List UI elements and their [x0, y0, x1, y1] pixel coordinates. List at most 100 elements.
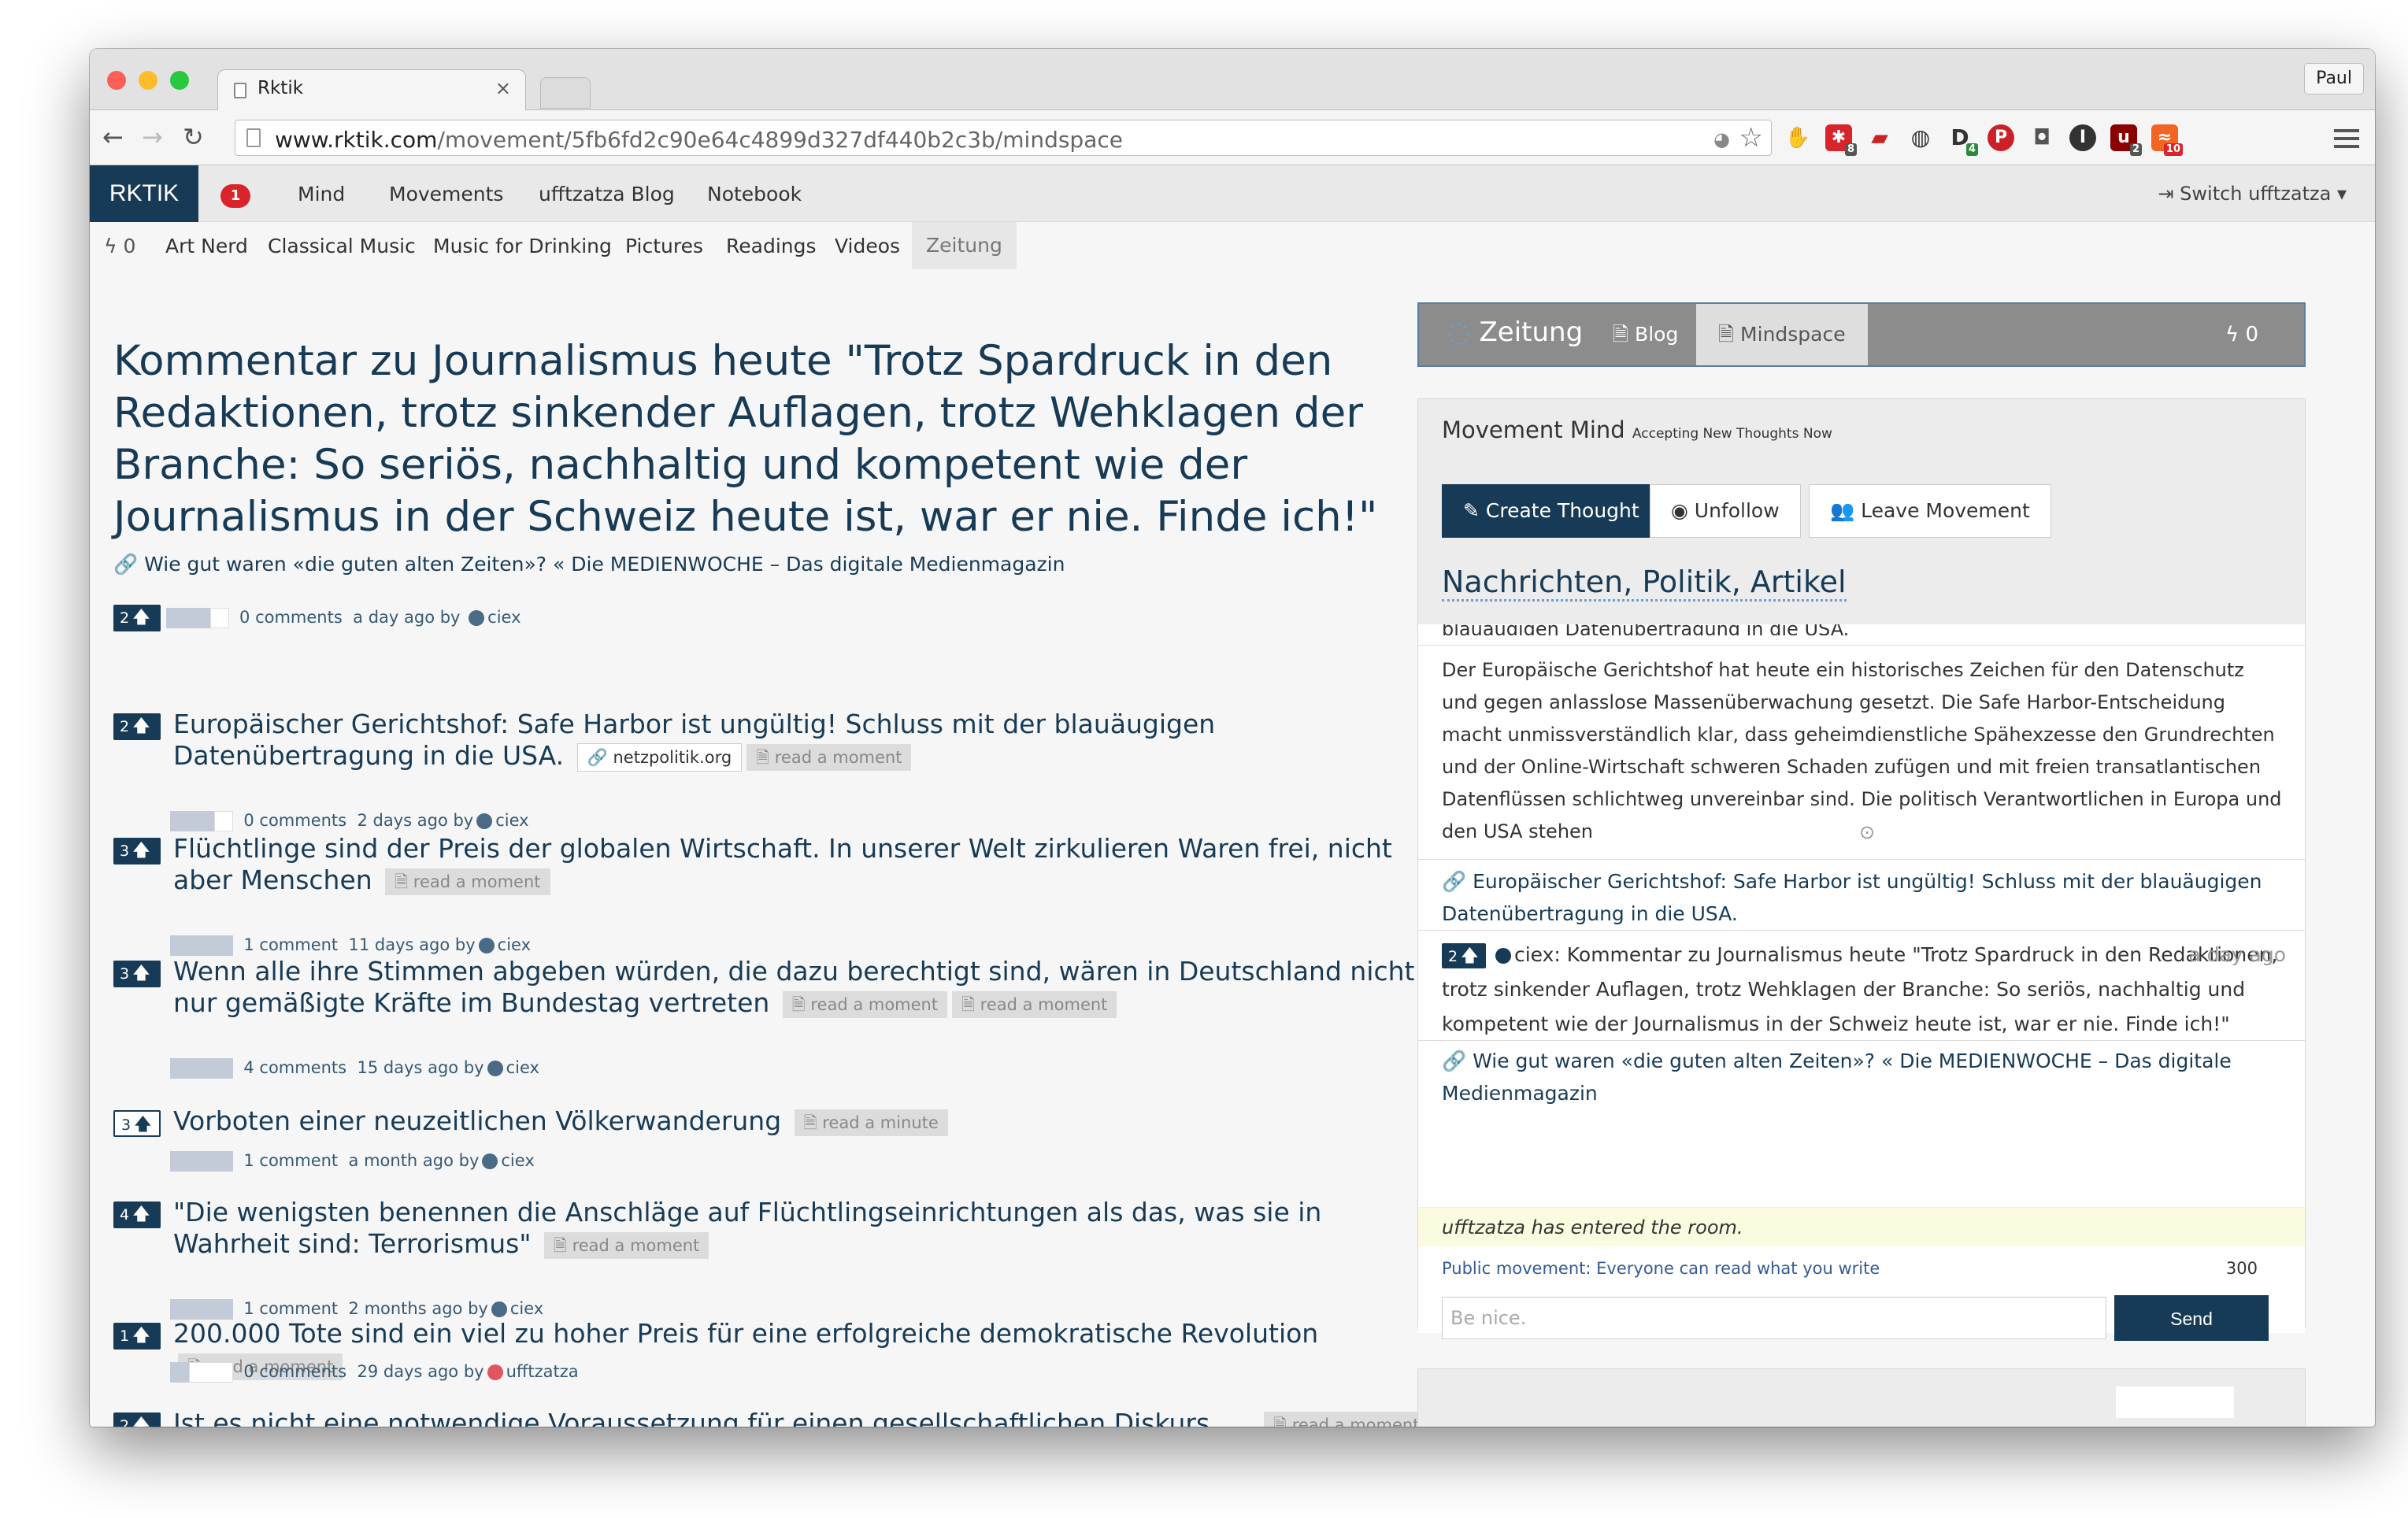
comments-link[interactable]: 4 comments: [243, 1058, 346, 1077]
rating-bar: [170, 1299, 233, 1320]
subnav-pictures[interactable]: Pictures: [625, 235, 703, 257]
read-time-tag: 🗎 read a moment: [746, 743, 912, 771]
address-bar[interactable]: www.rktik.com/movement/5fb6fd2c90e64c489…: [235, 120, 1772, 156]
tab-close-icon[interactable]: ×: [495, 77, 511, 99]
rating-bar: [165, 608, 229, 628]
maximize-window-button[interactable]: [170, 71, 189, 90]
author-link[interactable]: ciex: [501, 1151, 534, 1170]
thought-link[interactable]: 🔗 Wie gut waren «die guten alten Zeiten»…: [1442, 1045, 2276, 1109]
avatar: [487, 1061, 503, 1076]
send-button[interactable]: Send: [2114, 1295, 2269, 1341]
pocket-hand-icon[interactable]: ✋: [1784, 124, 1811, 151]
create-thought-button[interactable]: ✎ Create Thought: [1442, 484, 1661, 538]
upvote-button[interactable]: 1 🡅: [113, 1323, 161, 1350]
unfollow-button[interactable]: ◉ Unfollow: [1650, 484, 1801, 538]
nav-movements[interactable]: Movements: [389, 183, 503, 205]
subnav-count[interactable]: ϟ 0: [104, 235, 135, 257]
tab-mindspace[interactable]: 🗎 Mindspace: [1696, 304, 1868, 365]
panel-title: Movement Mind Accepting New Thoughts Now: [1442, 417, 1832, 443]
truncated-text: blauäugigen Datenübertragung in die USA.: [1442, 624, 1850, 635]
author-link[interactable]: ciex: [510, 1299, 543, 1318]
item-title[interactable]: Wenn alle ihre Stimmen abgeben würden, d…: [173, 956, 1433, 1019]
thought-link[interactable]: 🔗 Europäischer Gerichtshof: Safe Harbor …: [1442, 865, 2276, 930]
timestamp: 2 days ago by: [357, 811, 474, 830]
item-title[interactable]: Flüchtlinge sind der Preis der globalen …: [173, 833, 1433, 896]
comments-link[interactable]: 1 comment: [243, 1299, 338, 1318]
message-input[interactable]: [1442, 1297, 2106, 1339]
avatar: [491, 1301, 507, 1317]
topic-title[interactable]: Nachrichten, Politik, Artikel: [1442, 565, 1847, 602]
close-window-button[interactable]: [107, 71, 126, 90]
switch-user-dropdown[interactable]: ⇥ Switch ufftzatza ▾: [2158, 183, 2347, 205]
brand-logo[interactable]: RKTIK: [90, 165, 198, 222]
minimize-window-button[interactable]: [139, 71, 157, 90]
url-text[interactable]: www.rktik.com/movement/5fb6fd2c90e64c489…: [275, 127, 1123, 153]
comments-link[interactable]: 0 comments: [239, 608, 343, 627]
author-link[interactable]: ciex: [498, 935, 531, 954]
item-title[interactable]: "Die wenigsten benennen die Anschläge au…: [173, 1197, 1433, 1260]
subnav-zeitung[interactable]: Zeitung: [912, 222, 1017, 269]
upvote-button[interactable]: 2 🡅: [113, 1412, 161, 1427]
comments-link[interactable]: 1 comment: [243, 1151, 338, 1170]
public-movement-note: Public movement: Everyone can read what …: [1442, 1259, 1880, 1278]
author-link[interactable]: ciex: [495, 811, 528, 830]
movement-subnav: ϟ 0 Art Nerd Classical Music Music for D…: [90, 222, 2375, 269]
upvote-button[interactable]: 3 🡅: [113, 1110, 161, 1137]
chrome-menu-icon[interactable]: [2334, 124, 2359, 153]
couch-icon[interactable]: ▰: [1866, 124, 1893, 151]
pinterest-icon[interactable]: P: [1988, 124, 2014, 151]
leave-movement-button[interactable]: 👥 Leave Movement: [1809, 484, 2051, 538]
profile-button[interactable]: Paul: [2304, 63, 2364, 94]
nav-notebook[interactable]: Notebook: [707, 183, 802, 205]
nav-mind[interactable]: Mind: [298, 183, 345, 205]
author-link[interactable]: ciex: [506, 1058, 539, 1077]
item-title[interactable]: Vorboten einer neuzeitlichen Völkerwande…: [173, 1105, 1433, 1137]
article-source-link[interactable]: 🔗 Wie gut waren «die guten alten Zeiten»…: [113, 553, 1065, 576]
reload-icon[interactable]: ↻: [183, 121, 204, 153]
subnav-readings[interactable]: Readings: [726, 235, 817, 257]
new-tab-button[interactable]: [540, 77, 591, 109]
comments-link[interactable]: 0 comments: [243, 1362, 346, 1381]
ublock-icon[interactable]: u2: [2110, 124, 2142, 156]
author-link[interactable]: ciex: [487, 608, 520, 627]
upvote-button[interactable]: 2 🡅: [113, 713, 161, 740]
subnav-music-for-drinking[interactable]: Music for Drinking: [433, 235, 612, 257]
browser-tab[interactable]: Rktik ×: [217, 69, 526, 112]
mixtape-icon[interactable]: ◍: [1907, 124, 1934, 151]
arrow-up-icon: 🡅: [132, 964, 150, 983]
comments-link[interactable]: 0 comments: [243, 811, 346, 830]
upvote-button[interactable]: 3 🡅: [113, 961, 161, 987]
divider: [1418, 645, 2305, 646]
subnav-art-nerd[interactable]: Art Nerd: [165, 235, 248, 257]
read-time-tag: 🗎 read a moment: [1264, 1411, 1429, 1427]
subnav-classical-music[interactable]: Classical Music: [268, 235, 416, 257]
upvote-button[interactable]: 2 🡅: [1442, 943, 1486, 968]
ghostery-icon[interactable]: ◘: [2028, 124, 2055, 151]
notification-badge[interactable]: 1: [220, 184, 250, 208]
back-icon[interactable]: ←: [102, 121, 124, 153]
instapaper-icon[interactable]: I: [2069, 124, 2096, 151]
article-title[interactable]: Kommentar zu Journalismus heute "Trotz S…: [113, 335, 1421, 543]
subnav-videos[interactable]: Videos: [835, 235, 900, 257]
movement-name[interactable]: ◌ Zeitung: [1447, 317, 1583, 348]
rss-icon[interactable]: ≈10: [2151, 124, 2183, 156]
nav-blog[interactable]: ufftzatza Blog: [539, 183, 675, 205]
source-tag[interactable]: 🔗 netzpolitik.org: [576, 742, 743, 772]
expand-icon[interactable]: ⊙: [1859, 821, 1875, 843]
upvote-button[interactable]: 4 🡅: [113, 1201, 161, 1228]
dribbble-d-icon[interactable]: D4: [1947, 124, 1978, 156]
arrow-up-icon: 🡅: [132, 841, 150, 861]
avatar: [476, 813, 493, 829]
bookmark-star-icon[interactable]: ☆: [1739, 122, 1763, 154]
tab-blog[interactable]: 🗎 Blog: [1591, 304, 1700, 365]
tab-title: Rktik: [257, 78, 304, 98]
lastpass-icon[interactable]: ✱ 8: [1825, 124, 1857, 156]
upvote-button[interactable]: 2 🡅: [113, 605, 161, 631]
reddit-icon[interactable]: ◕: [1713, 128, 1730, 150]
item-title[interactable]: Ist es nicht eine notwendige Voraussetzu…: [173, 1408, 1433, 1427]
author-link[interactable]: ufftzatza: [506, 1362, 579, 1381]
comments-link[interactable]: 1 comment: [243, 935, 338, 954]
upvote-button[interactable]: 3 🡅: [113, 838, 161, 865]
forward-icon[interactable]: →: [142, 121, 163, 153]
item-title[interactable]: Europäischer Gerichtshof: Safe Harbor is…: [173, 709, 1433, 772]
